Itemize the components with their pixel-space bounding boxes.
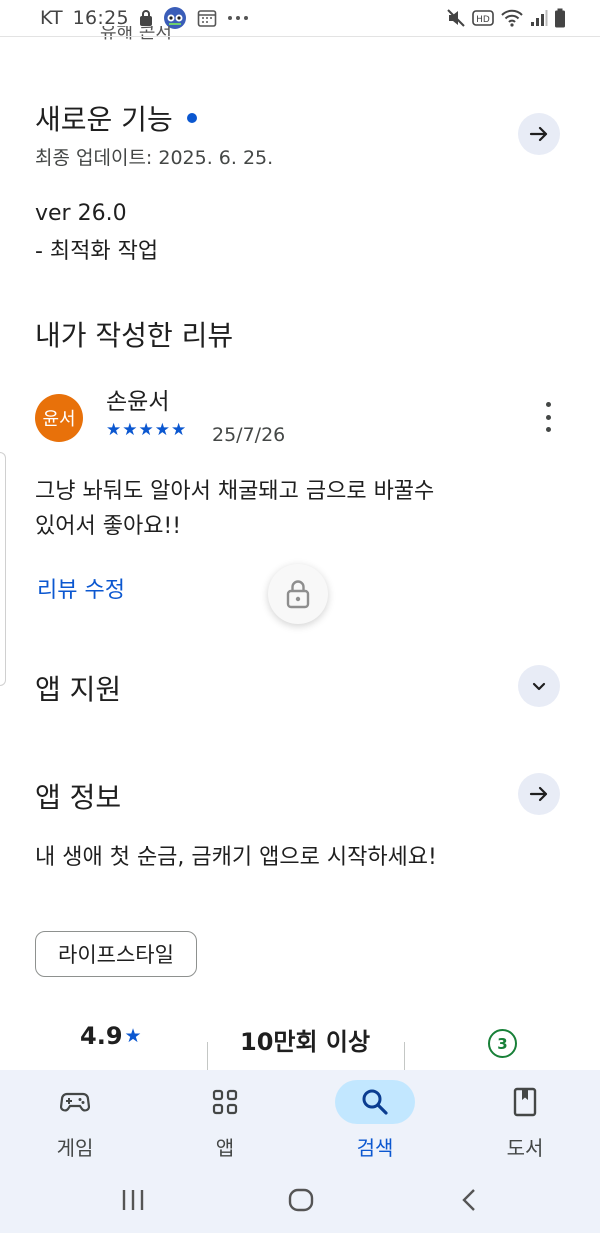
carrier-label: KT	[40, 7, 63, 29]
whats-new-header[interactable]: 새로운 기능	[35, 98, 560, 138]
whats-new-title: 새로운 기능	[35, 98, 197, 138]
nav-label: 도서	[506, 1136, 544, 1160]
last-updated: 최종 업데이트: 2025. 6. 25.	[35, 147, 274, 169]
status-bar: KT 16:25 HD	[0, 0, 600, 36]
bottom-navigation: 게임 앱 검색 도서	[0, 1070, 600, 1170]
reviewer-name: 손윤서	[106, 389, 170, 415]
nav-games[interactable]: 게임	[25, 1080, 125, 1161]
arrow-right-icon	[529, 786, 548, 802]
book-icon	[513, 1087, 537, 1117]
nav-search[interactable]: 검색	[325, 1080, 425, 1161]
back-button[interactable]	[460, 1188, 478, 1212]
new-indicator-dot	[186, 113, 197, 123]
nav-apps[interactable]: 앱	[175, 1080, 275, 1161]
avatar: 윤서	[35, 394, 83, 442]
my-review-header: 내가 작성한 리뷰	[35, 314, 560, 354]
edit-review-link[interactable]: 리뷰 수정	[37, 572, 125, 604]
arrow-right-icon	[529, 126, 548, 142]
age-rating-badge: 3	[488, 1029, 517, 1058]
chevron-down-icon	[532, 682, 546, 691]
recent-apps-button[interactable]	[120, 1188, 146, 1212]
my-review-title: 내가 작성한 리뷰	[35, 319, 234, 352]
signal-icon	[530, 9, 548, 27]
app-info-header[interactable]: 앱 정보	[35, 776, 560, 816]
home-icon	[288, 1188, 314, 1212]
app-info-title: 앱 정보	[35, 781, 122, 814]
nav-label: 게임	[56, 1136, 94, 1160]
stat-divider	[207, 1042, 208, 1072]
review-date: 25/7/26	[212, 424, 286, 446]
app-support-title: 앱 지원	[35, 673, 122, 706]
more-notifications-icon	[227, 15, 249, 21]
recent-apps-icon	[122, 1190, 144, 1210]
lock-notification-icon	[139, 10, 153, 26]
stat-divider	[404, 1042, 405, 1072]
downloads-stat: 10만회 이상	[240, 1028, 371, 1056]
screen-lock-button[interactable]	[268, 564, 328, 624]
top-divider	[0, 36, 600, 37]
hd-voice-icon: HD	[472, 10, 494, 26]
rating-stat: 4.9 ★	[80, 1022, 142, 1050]
wifi-icon	[500, 8, 524, 28]
search-icon	[362, 1089, 388, 1115]
rating-star-icon: ★	[124, 1025, 142, 1047]
calendar-notification-icon	[197, 8, 217, 28]
app-support-expand-button[interactable]	[518, 665, 560, 707]
gamepad-icon	[60, 1092, 90, 1112]
nav-label: 앱	[215, 1136, 235, 1160]
svg-text:HD: HD	[476, 15, 490, 25]
mute-icon	[446, 8, 466, 28]
category-chip[interactable]: 라이프스타일	[35, 931, 197, 977]
battery-icon	[554, 8, 566, 28]
version-text: ver 26.0	[35, 201, 127, 226]
nav-label: 검색	[356, 1136, 394, 1160]
rating-stars: ★★★★★	[106, 420, 188, 440]
edge-panel-handle[interactable]	[0, 452, 6, 686]
nav-books[interactable]: 도서	[475, 1080, 575, 1161]
app-support-header[interactable]: 앱 지원	[35, 668, 560, 708]
app-info-arrow-button[interactable]	[518, 773, 560, 815]
app-description: 내 생애 첫 순금, 금캐기 앱으로 시작하세요!	[35, 845, 437, 870]
home-button[interactable]	[288, 1188, 314, 1212]
update-note: - 최적화 작업	[35, 239, 159, 264]
apps-grid-icon	[212, 1089, 238, 1115]
previous-section-text: 유해 콘서	[100, 26, 172, 40]
system-navigation-bar	[0, 1170, 600, 1233]
whats-new-arrow-button[interactable]	[518, 113, 560, 155]
lock-icon	[286, 580, 310, 609]
review-text: 그냥 놔둬도 알아서 채굴돼고 금으로 바꿀수 있어서 좋아요!!	[35, 479, 435, 540]
back-icon	[462, 1189, 475, 1211]
review-more-options-icon[interactable]	[538, 402, 558, 432]
